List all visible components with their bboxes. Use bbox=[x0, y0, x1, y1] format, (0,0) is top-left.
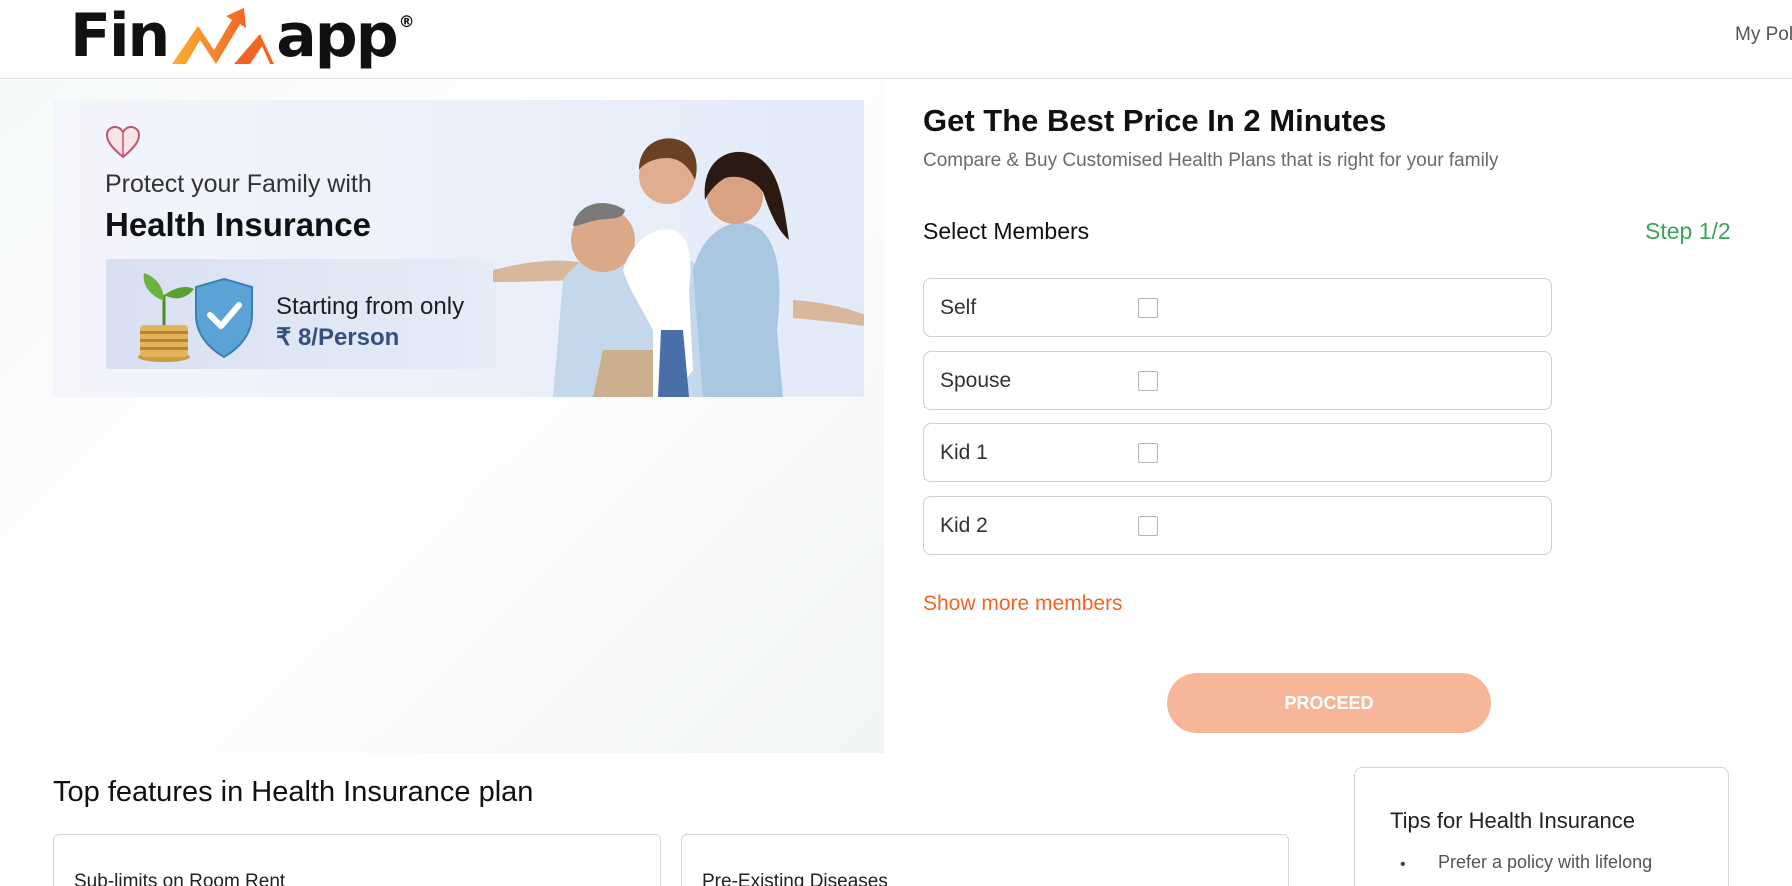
member-label: Kid 2 bbox=[940, 514, 988, 537]
heart-icon bbox=[105, 125, 141, 159]
plant-coins-shield-icon bbox=[138, 273, 253, 362]
select-members-label: Select Members bbox=[923, 218, 1090, 244]
family-photo-illustration bbox=[493, 138, 864, 397]
logo-arrow-icon bbox=[172, 8, 275, 64]
member-checkbox[interactable] bbox=[1138, 443, 1158, 463]
promo-starting-text: Starting from only bbox=[276, 293, 465, 320]
nav-my-policies-link[interactable]: My Poli bbox=[1735, 24, 1792, 46]
logo-text-fin: Fin bbox=[70, 1, 170, 71]
member-label: Kid 1 bbox=[940, 441, 988, 464]
banner-headline: Health Insurance bbox=[105, 206, 371, 243]
step-indicator: Step 1/2 bbox=[1645, 218, 1731, 244]
member-option-spouse[interactable]: Spouse bbox=[923, 351, 1552, 410]
tips-item: Prefer a policy with lifelong bbox=[1438, 852, 1653, 872]
form-title: Get The Best Price In 2 Minutes bbox=[923, 103, 1387, 138]
feature-card-room-rent[interactable]: Sub-limits on Room Rent bbox=[53, 834, 661, 886]
price-promo-box: Starting from only ₹ 8/Person bbox=[106, 259, 496, 369]
member-checkbox[interactable] bbox=[1138, 371, 1158, 391]
tips-bullet: • bbox=[1400, 856, 1406, 873]
tips-card: Tips for Health Insurance • Prefer a pol… bbox=[1354, 767, 1729, 886]
banner-tagline: Protect your Family with bbox=[105, 170, 372, 198]
health-insurance-banner: Protect your Family with Health Insuranc… bbox=[53, 100, 864, 397]
site-header: Fin app ® My Poli bbox=[0, 0, 1792, 79]
feature-card-pre-existing-diseases[interactable]: Pre-Existing Diseases bbox=[681, 834, 1289, 886]
member-option-kid-1[interactable]: Kid 1 bbox=[923, 423, 1552, 482]
features-heading: Top features in Health Insurance plan bbox=[53, 776, 534, 808]
promo-price-text: ₹ 8/Person bbox=[276, 324, 400, 351]
member-option-kid-2[interactable]: Kid 2 bbox=[923, 496, 1552, 555]
finmapp-logo[interactable]: Fin app ® bbox=[70, 0, 415, 72]
member-label: Spouse bbox=[940, 369, 1012, 392]
form-subtitle: Compare & Buy Customised Health Plans th… bbox=[923, 150, 1499, 171]
member-label: Self bbox=[940, 296, 977, 319]
member-checkbox[interactable] bbox=[1138, 516, 1158, 536]
show-more-members-link[interactable]: Show more members bbox=[923, 592, 1123, 616]
registered-mark: ® bbox=[398, 12, 415, 31]
tips-title: Tips for Health Insurance bbox=[1390, 808, 1635, 833]
feature-title: Pre-Existing Diseases bbox=[702, 871, 888, 886]
member-option-self[interactable]: Self bbox=[923, 278, 1552, 337]
feature-title: Sub-limits on Room Rent bbox=[74, 871, 286, 886]
member-checkbox[interactable] bbox=[1138, 298, 1158, 318]
proceed-button[interactable]: PROCEED bbox=[1167, 673, 1491, 733]
logo-text-app: app bbox=[276, 1, 398, 71]
